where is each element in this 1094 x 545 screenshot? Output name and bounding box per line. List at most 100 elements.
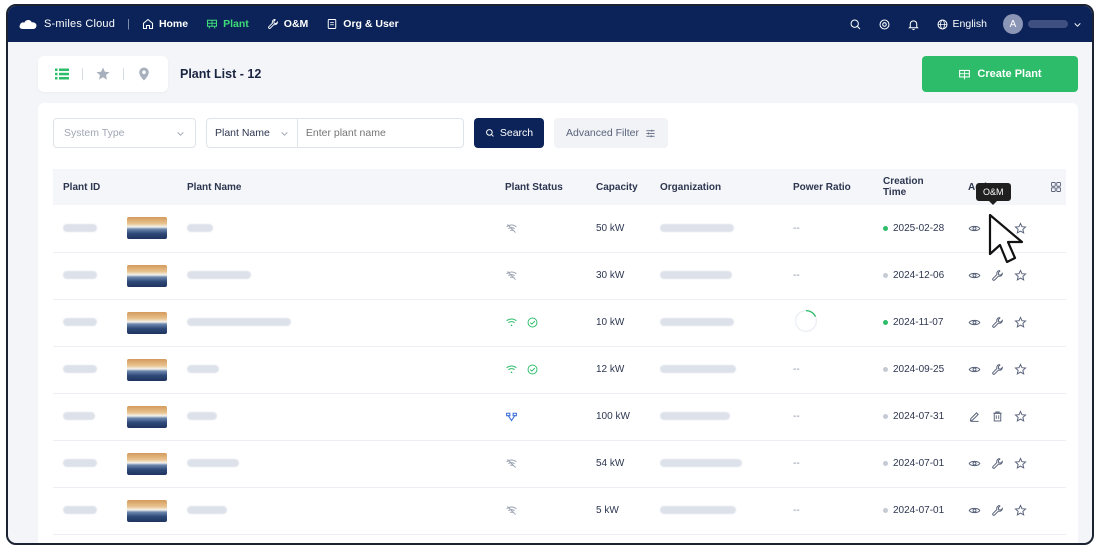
chevron-down-icon [177,131,184,136]
nav-org-user[interactable]: Org & User [326,18,399,30]
creation-time-cell: 2024-11-07 [873,299,958,347]
view-icon[interactable] [968,363,981,376]
table-row[interactable]: 50 kW -- 2025-02-28 [53,205,1066,253]
column-settings-icon[interactable] [1050,181,1062,193]
nav-om[interactable]: O&M [267,18,308,30]
creation-time-value: 2024-07-01 [893,505,945,516]
globe-icon [937,19,948,29]
plant-id-cell [53,346,117,394]
power-ratio-cell: -- [783,487,873,535]
thumbnail-cell [117,252,177,300]
plant-name-input[interactable] [297,127,463,139]
organization-redacted [660,365,736,374]
bell-icon[interactable] [907,18,920,31]
star-outline-icon[interactable] [1014,457,1027,470]
nav-plant[interactable]: Plant [206,18,249,30]
brand[interactable]: S-miles Cloud [18,18,115,30]
power-ratio-cell: -- [783,393,873,441]
wifi-icon [506,365,517,374]
creation-time-value: 2024-09-25 [893,364,945,375]
table-row[interactable]: 100 kW -- 2024-07-31 [53,393,1066,441]
table-row[interactable]: 30 kW -- 2024-12-06 [53,252,1066,300]
view-toggle [38,56,168,92]
list-view-icon[interactable] [54,66,70,82]
view-icon[interactable] [968,504,981,517]
view-icon[interactable] [968,316,981,329]
user-menu[interactable]: A [1003,14,1082,34]
creation-time-cell: 2024-07-01 [873,440,958,488]
plant-thumbnail[interactable] [127,452,167,475]
wrench-icon[interactable] [991,363,1004,376]
star-outline-icon[interactable] [1014,363,1027,376]
language-selector[interactable]: English [936,18,987,31]
delete-icon[interactable] [991,410,1004,423]
wrench-icon[interactable] [991,457,1004,470]
plant-thumbnail[interactable] [127,358,167,381]
view-icon[interactable] [968,457,981,470]
advanced-filter-button[interactable]: Advanced Filter [554,118,668,148]
plant-id-cell [53,487,117,535]
wrench-icon[interactable] [991,504,1004,517]
plant-thumbnail[interactable] [127,499,167,522]
edit-icon[interactable] [968,410,981,423]
system-type-select[interactable]: System Type [53,118,196,148]
plant-name-redacted [187,365,219,374]
plant-id-redacted [63,365,97,374]
table-row[interactable]: 54 kW -- 2024-07-01 [53,440,1066,488]
link-status-icon [506,412,517,422]
action-cell [958,487,1066,535]
star-outline-icon[interactable] [1014,410,1027,423]
brand-separator: | [127,18,130,30]
plant-thumbnail[interactable] [127,405,167,428]
table-row[interactable]: 12 kW -- 2024-09-25 [53,346,1066,394]
organization-redacted [660,271,732,280]
nav-plant-label: Plant [223,18,249,30]
plant-name-cell[interactable] [177,299,495,347]
power-ratio-cell: -- [783,205,873,253]
wrench-icon [267,19,278,29]
star-icon[interactable] [95,66,111,82]
star-outline-icon[interactable] [1014,316,1027,329]
nav-home[interactable]: Home [142,18,188,30]
language-label: English [952,18,987,30]
table-row[interactable]: 10 kW 2024-11-07 [53,299,1066,347]
search-button-label: Search [499,127,534,139]
creation-time-cell: 2024-07-31 [873,393,958,441]
wifi-off-icon [506,223,517,233]
organization-redacted [660,318,734,327]
plant-name-cell[interactable] [177,393,495,441]
plant-status-cell [495,346,586,394]
view-icon[interactable] [968,222,981,235]
table-row[interactable]: 5 kW -- 2024-07-01 [53,487,1066,535]
plant-id-cell [53,299,117,347]
plant-name-cell[interactable] [177,346,495,394]
support-icon[interactable] [878,18,891,31]
plant-thumbnail[interactable] [127,311,167,334]
plant-name-cell[interactable] [177,252,495,300]
view-icon[interactable] [968,269,981,282]
plant-name-cell[interactable] [177,487,495,535]
thumbnail-cell [117,346,177,394]
create-plant-button[interactable]: Create Plant [922,56,1078,92]
plant-thumbnail[interactable] [127,264,167,287]
plant-status-cell [495,299,586,347]
plant-name-cell[interactable] [177,205,495,253]
toggle-divider [82,68,83,80]
search-field-select[interactable]: Plant Name [207,119,298,147]
cloud-logo-icon [19,20,37,29]
star-outline-icon[interactable] [1014,504,1027,517]
time-status-dot [883,460,888,466]
creation-time-value: 2024-07-31 [893,411,945,422]
search-icon[interactable] [849,18,862,31]
col-plant-name: Plant Name [187,181,242,193]
table-header: Plant ID Plant Name Plant Status Capacit… [53,169,1066,205]
wrench-icon[interactable] [991,316,1004,329]
plant-search-combo: Plant Name [206,118,464,148]
search-button[interactable]: Search [474,118,544,148]
plant-thumbnail[interactable] [127,217,167,240]
col-organization: Organization [660,181,722,193]
map-pin-icon[interactable] [136,66,152,82]
plant-status-cell [495,393,586,441]
plant-name-cell[interactable] [177,440,495,488]
app-window: S-miles Cloud | Home Plant O&M Org & Use… [6,4,1094,545]
